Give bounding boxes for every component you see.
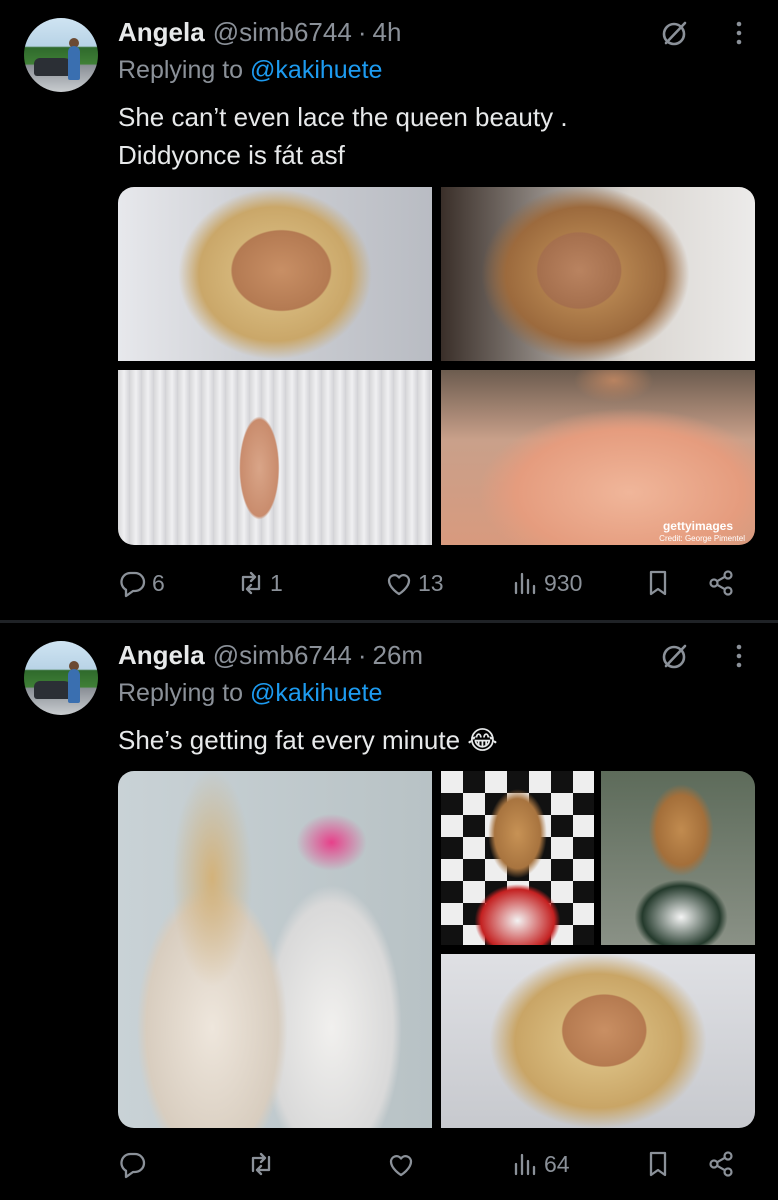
- reply-button[interactable]: 6: [118, 563, 165, 603]
- views-button[interactable]: 64: [510, 1144, 570, 1184]
- bookmark-icon: [649, 570, 667, 596]
- author-handle[interactable]: @simb6744: [213, 640, 352, 671]
- reply-button[interactable]: [118, 1144, 152, 1184]
- tweet-text: She can’t even lace the queen beauty . D…: [118, 102, 568, 170]
- more-icon[interactable]: [724, 18, 754, 48]
- tweet-header: Angela @simb6744 · 26m: [118, 639, 423, 671]
- separator-dot: ·: [357, 16, 367, 47]
- repost-count: 1: [270, 569, 283, 596]
- views-icon: [514, 572, 536, 595]
- share-icon: [709, 570, 733, 596]
- like-icon: [389, 1155, 413, 1177]
- media-grid: [118, 771, 755, 1128]
- reply-count: 6: [152, 569, 165, 596]
- grok-icon[interactable]: [660, 18, 690, 48]
- replying-to-label: Replying to: [118, 679, 244, 707]
- action-bar: 64: [118, 1144, 758, 1184]
- avatar[interactable]: [24, 18, 98, 92]
- separator-dot: ·: [357, 639, 367, 670]
- like-button[interactable]: [386, 1144, 420, 1184]
- share-button[interactable]: [706, 1144, 736, 1184]
- action-bar: 6 1 13 930: [118, 563, 758, 603]
- photo-group[interactable]: [118, 771, 432, 1128]
- bookmark-button[interactable]: [643, 1144, 673, 1184]
- more-icon[interactable]: [724, 641, 754, 671]
- photo-gown[interactable]: [118, 370, 432, 545]
- photo-blonde-closeup[interactable]: [441, 954, 755, 1128]
- timestamp[interactable]: 26m: [373, 640, 424, 671]
- timestamp[interactable]: 4h: [373, 17, 402, 48]
- share-icon: [709, 1151, 733, 1177]
- author-handle[interactable]: @simb6744: [213, 17, 352, 48]
- replying-to-handle[interactable]: @kakihuete: [250, 679, 382, 707]
- like-icon: [387, 574, 411, 596]
- author-name[interactable]: Angela: [118, 17, 205, 48]
- photo-blonde-portrait[interactable]: [118, 187, 432, 361]
- reply-icon: [120, 571, 146, 598]
- like-count: 13: [418, 569, 444, 596]
- avatar[interactable]: [24, 641, 98, 715]
- repost-icon: [241, 571, 261, 595]
- tweet-header: Angela @simb6744 · 4h: [118, 16, 401, 48]
- photo-checkered-backdrop[interactable]: [441, 771, 594, 945]
- getty-watermark: gettyimages: [662, 519, 733, 533]
- replying-to: Replying to @kakihuete: [118, 56, 382, 85]
- repost-icon: [251, 1152, 271, 1176]
- share-button[interactable]: [706, 563, 736, 603]
- replying-to-label: Replying to: [118, 56, 244, 84]
- views-button[interactable]: 930: [510, 563, 582, 603]
- views-count: 64: [544, 1150, 570, 1177]
- views-count: 930: [544, 569, 583, 596]
- photo-pink-dress[interactable]: gettyimages Credit: George Pimentel: [441, 370, 755, 545]
- tweet[interactable]: Angela @simb6744 · 4h Replying to @kakih…: [0, 0, 778, 620]
- bookmark-icon: [649, 1151, 667, 1177]
- media-grid: gettyimages Credit: George Pimentel: [118, 187, 755, 545]
- reply-icon: [120, 1152, 146, 1179]
- grok-icon[interactable]: [660, 641, 690, 671]
- views-icon: [514, 1153, 536, 1176]
- repost-button[interactable]: 1: [236, 563, 283, 603]
- tweet-text: She’s getting fat every minute 😂: [118, 725, 498, 755]
- replying-to-handle[interactable]: @kakihuete: [250, 56, 382, 84]
- replying-to: Replying to @kakihuete: [118, 679, 382, 708]
- like-button[interactable]: 13: [384, 563, 444, 603]
- photo-sunglasses[interactable]: [601, 771, 755, 945]
- getty-credit: Credit: George Pimentel: [659, 534, 745, 543]
- photo-brunette-portrait[interactable]: [441, 187, 755, 361]
- tweet[interactable]: Angela @simb6744 · 26m Replying to @kaki…: [0, 623, 778, 1200]
- author-name[interactable]: Angela: [118, 640, 205, 671]
- bookmark-button[interactable]: [643, 563, 673, 603]
- repost-button[interactable]: [246, 1144, 280, 1184]
